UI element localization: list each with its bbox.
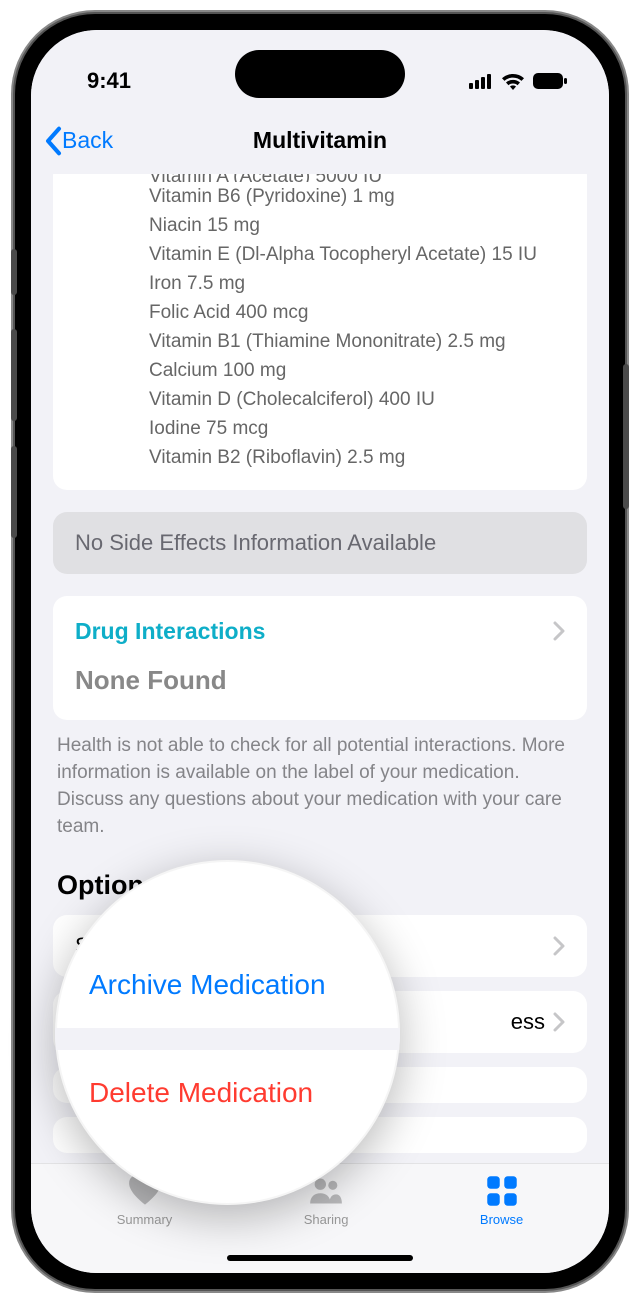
ingredient-line: Iron 7.5 mg — [75, 269, 565, 298]
battery-icon — [533, 73, 567, 89]
interactions-description: Health is not able to check for all pote… — [53, 732, 587, 870]
none-found-label: None Found — [75, 665, 565, 696]
grid-icon — [485, 1174, 519, 1208]
iphone-frame: 9:41 Back Multivitamin Vitamin A (Acetat… — [15, 14, 625, 1289]
side-effects-card: No Side Effects Information Available — [53, 512, 587, 574]
delete-medication-label: Delete Medication — [89, 1077, 313, 1109]
volume-up-button — [11, 329, 17, 421]
side-button — [11, 249, 17, 295]
drug-interactions-row[interactable]: Drug Interactions — [75, 618, 565, 645]
interactions-card: Drug Interactions None Found — [53, 596, 587, 720]
back-button[interactable]: Back — [45, 126, 113, 156]
ingredient-line: Vitamin B2 (Riboflavin) 2.5 mg — [75, 443, 565, 472]
status-icons — [469, 72, 571, 90]
ingredient-line: Vitamin D (Cholecalciferol) 400 IU — [75, 385, 565, 414]
side-effects-text: No Side Effects Information Available — [75, 530, 565, 556]
chevron-right-icon — [553, 936, 565, 956]
archive-medication-label: Archive Medication — [89, 969, 326, 1001]
chevron-left-icon — [45, 126, 62, 156]
chevron-right-icon — [553, 621, 565, 641]
tab-browse[interactable]: Browse — [480, 1174, 523, 1243]
cellular-icon — [469, 73, 493, 89]
nav-bar: Back Multivitamin — [31, 108, 609, 174]
magnifier-callout: Archive Medication Delete Medication — [55, 860, 400, 1205]
ingredient-line: Vitamin B6 (Pyridoxine) 1 mg — [75, 182, 565, 211]
volume-down-button — [11, 446, 17, 538]
page-title: Multivitamin — [253, 127, 387, 154]
delete-medication-row[interactable]: Delete Medication — [55, 1050, 400, 1136]
ingredient-line: Calcium 100 mg — [75, 356, 565, 385]
back-label: Back — [62, 127, 113, 154]
option-label-partial: ess — [511, 1009, 553, 1035]
ingredient-line: Vitamin E (Dl-Alpha Tocopheryl Acetate) … — [75, 240, 565, 269]
status-time: 9:41 — [69, 68, 131, 94]
archive-medication-row[interactable]: Archive Medication — [55, 942, 400, 1028]
home-indicator[interactable] — [227, 1255, 413, 1261]
ingredient-line: Vitamin A (Acetate) 5000 IU — [75, 174, 565, 182]
magnifier-separator — [55, 1028, 400, 1050]
ingredients-card: Vitamin A (Acetate) 5000 IU Vitamin B6 (… — [53, 174, 587, 490]
ingredient-line: Vitamin B1 (Thiamine Mononitrate) 2.5 mg — [75, 327, 565, 356]
drug-interactions-title: Drug Interactions — [75, 618, 265, 645]
ingredient-line: Folic Acid 400 mcg — [75, 298, 565, 327]
tab-browse-label: Browse — [480, 1212, 523, 1227]
ingredient-line: Niacin 15 mg — [75, 211, 565, 240]
chevron-right-icon — [553, 1012, 565, 1032]
tab-sharing[interactable]: Sharing — [304, 1174, 349, 1243]
tab-summary-label: Summary — [117, 1212, 173, 1227]
wifi-icon — [501, 72, 525, 90]
power-button — [623, 364, 629, 509]
ingredient-line: Iodine 75 mcg — [75, 414, 565, 443]
tab-sharing-label: Sharing — [304, 1212, 349, 1227]
dynamic-island — [235, 50, 405, 98]
